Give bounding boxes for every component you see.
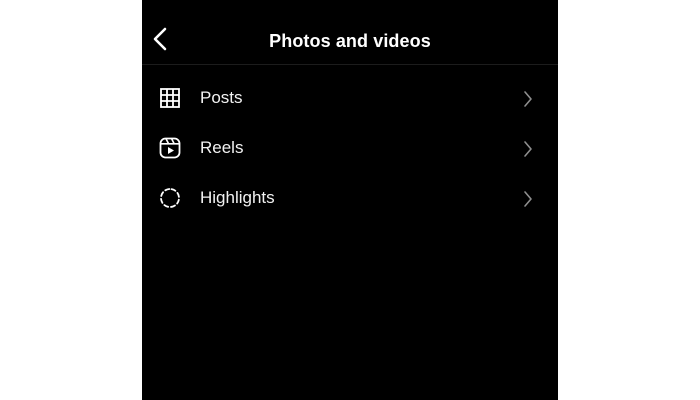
menu-item-label: Highlights bbox=[200, 188, 275, 207]
header-bar: Photos and videos bbox=[142, 0, 558, 65]
menu-item-highlights[interactable]: Highlights bbox=[142, 173, 558, 223]
menu-list: Posts Reels Highlights bbox=[142, 73, 558, 223]
page-background: Photos and videos Posts Reels Highlights bbox=[0, 0, 700, 400]
chevron-right-icon bbox=[522, 90, 534, 108]
chevron-right-icon bbox=[522, 140, 534, 158]
highlights-icon bbox=[159, 187, 181, 209]
reels-icon bbox=[159, 137, 181, 159]
phone-screen: Photos and videos Posts Reels Highlights bbox=[142, 0, 558, 400]
menu-item-label: Reels bbox=[200, 138, 244, 157]
menu-item-label: Posts bbox=[200, 88, 243, 107]
menu-item-reels[interactable]: Reels bbox=[142, 123, 558, 173]
grid-icon bbox=[159, 87, 181, 109]
page-title: Photos and videos bbox=[269, 31, 431, 51]
menu-item-posts[interactable]: Posts bbox=[142, 73, 558, 123]
chevron-right-icon bbox=[522, 190, 534, 208]
